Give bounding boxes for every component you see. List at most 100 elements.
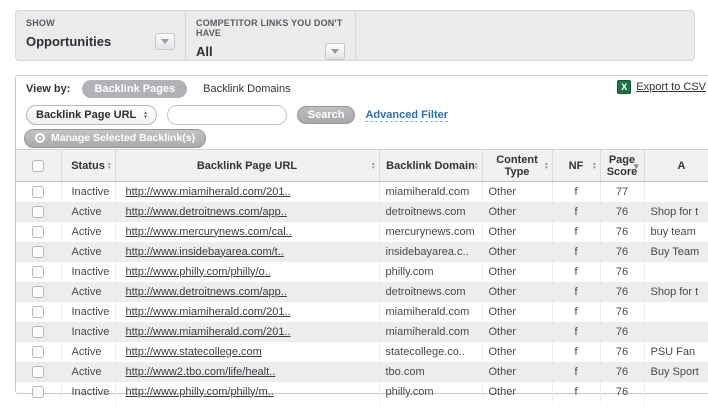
backlink-url-link[interactable]: http://www.philly.com/philly/m.. [126, 386, 274, 398]
advanced-filter-link[interactable]: Advanced Filter [365, 109, 448, 122]
row-checkbox[interactable] [32, 286, 44, 298]
column-label: Backlink Page URL [197, 160, 297, 172]
cell-page_score: 77 [600, 182, 644, 202]
view-by-label: View by: [26, 83, 70, 95]
row-checkbox[interactable] [32, 366, 44, 378]
cell-anchor [644, 182, 708, 202]
cell-domain: miamiherald.com [379, 322, 482, 342]
cell-content_type: Other [482, 302, 552, 322]
table-row: Activehttp://www.detroitnews.com/app..de… [16, 202, 708, 222]
backlink-url-link[interactable]: http://www2.tbo.com/life/healt.. [126, 366, 276, 378]
backlink-url-link[interactable]: http://www.detroitnews.com/app.. [126, 206, 287, 218]
chevron-down-icon [331, 49, 339, 54]
cell-url: http://www.philly.com/philly/o.. [115, 262, 379, 282]
backlink-url-link[interactable]: http://www.mercurynews.com/cal.. [126, 226, 292, 238]
cell-select [16, 382, 61, 402]
show-filter-dropdown-button[interactable] [155, 33, 175, 50]
cell-select [16, 182, 61, 202]
cell-anchor: Buy Team [644, 242, 708, 262]
cell-content_type: Other [482, 182, 552, 202]
backlink-url-link[interactable]: http://www.detroitnews.com/app.. [126, 286, 287, 298]
sort-icon: ▴▾ [108, 162, 111, 170]
table-row: Activehttp://www.detroitnews.com/app..de… [16, 282, 708, 302]
cell-url: http://www.insidebayarea.com/t.. [115, 242, 379, 262]
show-filter: SHOW Opportunities [16, 11, 186, 60]
backlink-url-link[interactable]: http://www.miamiherald.com/201.. [126, 306, 291, 318]
cell-domain: detroitnews.com [379, 202, 482, 222]
cell-anchor: buy team [644, 222, 708, 242]
tab-backlink-pages[interactable]: Backlink Pages [82, 80, 187, 98]
row-checkbox[interactable] [32, 186, 44, 198]
row-checkbox[interactable] [32, 226, 44, 238]
sort-icon: ▴▾ [545, 162, 548, 170]
cell-select [16, 362, 61, 382]
cell-nf: f [552, 382, 600, 402]
cell-content_type: Other [482, 282, 552, 302]
column-label: NF [569, 160, 584, 172]
cell-url: http://www.miamiherald.com/201.. [115, 182, 379, 202]
backlink-url-link[interactable]: http://www.insidebayarea.com/t.. [126, 246, 284, 258]
cell-status: Inactive [61, 302, 115, 322]
table-row: Activehttp://www.statecollege.comstateco… [16, 342, 708, 362]
cell-anchor: Shop for t [644, 282, 708, 302]
cell-url: http://www.detroitnews.com/app.. [115, 202, 379, 222]
backlink-url-link[interactable]: http://www.philly.com/philly/o.. [126, 266, 271, 278]
column-header-nf[interactable]: NF ▴▾ [552, 150, 600, 182]
view-by-row: View by: Backlink Pages Backlink Domains… [16, 78, 708, 100]
row-checkbox[interactable] [32, 346, 44, 358]
manage-selected-button[interactable]: Manage Selected Backlink(s) [24, 129, 206, 148]
select-all-checkbox[interactable] [32, 160, 44, 172]
backlink-url-link[interactable]: http://www.statecollege.com [126, 346, 262, 358]
tab-backlink-domains[interactable]: Backlink Domains [203, 83, 290, 95]
cell-select [16, 262, 61, 282]
cell-url: http://www.mercurynews.com/cal.. [115, 222, 379, 242]
cell-status: Inactive [61, 382, 115, 402]
column-header-url[interactable]: Backlink Page URL▴▾ [115, 150, 379, 182]
cell-content_type: Other [482, 362, 552, 382]
search-field-select[interactable]: Backlink Page URL ▴▾ [26, 105, 157, 125]
column-header-page_score[interactable]: Page Score▾ [600, 150, 644, 182]
row-checkbox[interactable] [32, 326, 44, 338]
export-to-csv-link[interactable]: X Export to CSV [617, 80, 706, 94]
cell-select [16, 242, 61, 262]
column-header-domain[interactable]: Backlink Domain▴▾ [379, 150, 482, 182]
cell-status: Active [61, 222, 115, 242]
cell-content_type: Other [482, 202, 552, 222]
backlink-tool-view: SHOW Opportunities COMPETITOR LINKS YOU … [0, 0, 708, 408]
row-checkbox[interactable] [32, 246, 44, 258]
cell-nf: f [552, 342, 600, 362]
column-header-status[interactable]: Status▴▾ [61, 150, 115, 182]
cell-content_type: Other [482, 342, 552, 362]
column-header-select [16, 150, 61, 182]
row-checkbox[interactable] [32, 206, 44, 218]
backlink-url-link[interactable]: http://www.miamiherald.com/201.. [126, 186, 291, 198]
competitor-filter-dropdown-button[interactable] [325, 43, 345, 60]
cell-status: Inactive [61, 322, 115, 342]
row-checkbox[interactable] [32, 386, 44, 398]
row-checkbox[interactable] [32, 266, 44, 278]
sort-icon: ▴▾ [593, 162, 596, 170]
manage-row: Manage Selected Backlink(s) [16, 128, 708, 148]
backlink-url-link[interactable]: http://www.miamiherald.com/201.. [126, 326, 291, 338]
header-row: Status▴▾Backlink Page URL▴▾Backlink Doma… [16, 150, 708, 182]
cell-select [16, 322, 61, 342]
cell-page_score: 76 [600, 222, 644, 242]
competitor-filter-value: All [196, 44, 213, 59]
table-row: Inactive http://www.philly.com/philly/m..… [16, 382, 708, 402]
cell-status: Active [61, 242, 115, 262]
search-field-select-value: Backlink Page URL [36, 109, 136, 121]
cell-page_score: 76 [600, 362, 644, 382]
excel-icon: X [617, 80, 631, 94]
row-checkbox[interactable] [32, 306, 44, 318]
search-row: Backlink Page URL ▴▾ Search Advanced Fil… [16, 102, 708, 128]
search-input[interactable] [167, 105, 287, 125]
competitor-filter: COMPETITOR LINKS YOU DON'T HAVE All [186, 11, 356, 60]
cell-status: Active [61, 342, 115, 362]
cell-page_score: 76 [600, 282, 644, 302]
search-button[interactable]: Search [297, 106, 356, 124]
table-body: Inactive http://www.miamiherald.com/201..… [16, 182, 708, 402]
cell-select [16, 342, 61, 362]
column-header-content_type[interactable]: Content Type▴▾ [482, 150, 552, 182]
cell-page_score: 76 [600, 242, 644, 262]
sort-desc-icon: ▾ [634, 160, 639, 172]
